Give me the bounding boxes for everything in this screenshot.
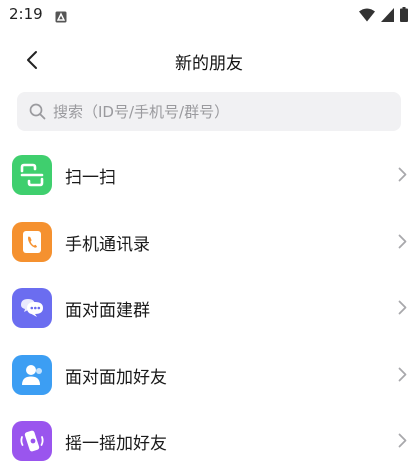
header: 新的朋友: [0, 40, 418, 82]
list-item-shake[interactable]: 摇一摇加好友: [0, 408, 418, 475]
status-bar: 2:19: [0, 0, 418, 30]
list-item-scan[interactable]: 扫一扫: [0, 142, 418, 209]
list-item-phone-contacts[interactable]: 手机通讯录: [0, 209, 418, 276]
list-item-face-to-face-group[interactable]: 面对面建群: [0, 275, 418, 342]
list-item-label: 面对面建群: [65, 301, 150, 321]
wifi-icon: [359, 7, 375, 26]
list-item-label: 面对面加好友: [65, 367, 167, 388]
action-list: 扫一扫 手机通讯录 面对面建群 面对面加好友 摇一摇加好友: [0, 142, 418, 475]
chevron-right-icon: [398, 367, 407, 386]
chevron-right-icon: [398, 433, 407, 452]
chat-group-icon: [12, 288, 52, 328]
scan-icon: [12, 155, 52, 195]
chevron-right-icon: [398, 167, 407, 186]
page-title: 新的朋友: [175, 54, 243, 74]
shake-icon: [12, 421, 52, 461]
search-input[interactable]: [53, 102, 383, 121]
list-item-label: 扫一扫: [65, 168, 116, 188]
phone-contacts-icon: [12, 221, 52, 262]
search-icon: [29, 103, 47, 121]
chevron-right-icon: [398, 300, 407, 319]
notification-icon: [55, 8, 67, 27]
status-time: 2:19: [9, 5, 43, 23]
battery-icon: [400, 7, 408, 26]
cell-signal-icon: [381, 7, 394, 26]
add-friend-icon: [12, 354, 52, 395]
list-item-label: 摇一摇加好友: [65, 434, 167, 454]
list-item-label: 手机通讯录: [65, 234, 150, 255]
chevron-right-icon: [398, 234, 407, 253]
list-item-face-to-face-friend[interactable]: 面对面加好友: [0, 342, 418, 409]
search-bar[interactable]: [17, 92, 401, 131]
